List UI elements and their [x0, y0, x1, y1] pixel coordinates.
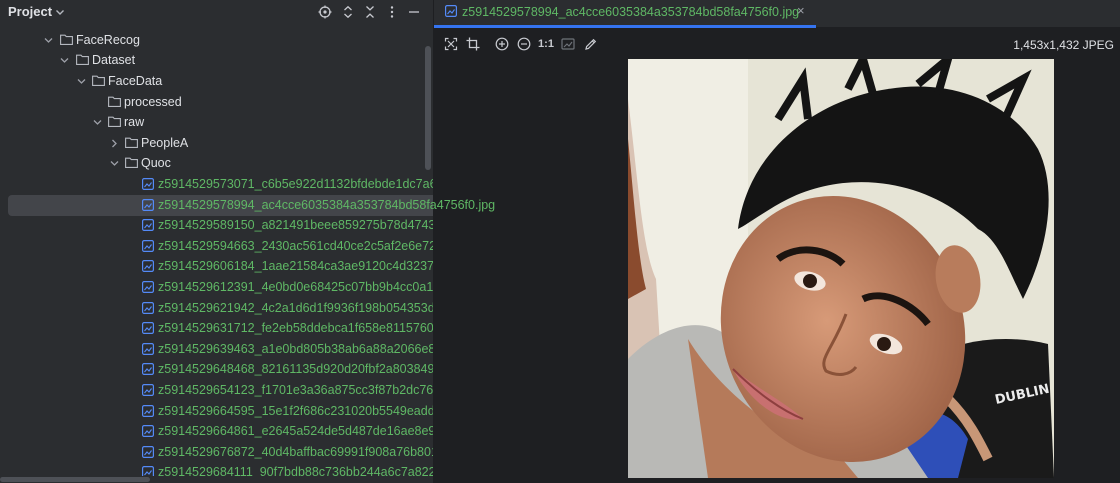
horizontal-scrollbar[interactable] — [0, 476, 433, 483]
image-file-icon — [142, 219, 154, 231]
editor-tab-bar: z5914529578994_ac4cce6035384a353784bd58f… — [434, 0, 1120, 28]
file-label: z5914529606184_1aae21584ca3ae9120c4d3237… — [158, 259, 434, 273]
chevron-down-icon[interactable] — [44, 36, 53, 45]
tab-label[interactable]: z5914529578994_ac4cce6035384a353784bd58f… — [462, 5, 799, 19]
file-label: z5914529676872_40d4baffbac69991f908a76b8… — [158, 445, 434, 459]
tree-folder-label: FaceRecog — [76, 33, 140, 47]
tree-folder-label: Dataset — [92, 53, 136, 67]
crop-icon[interactable] — [465, 36, 481, 52]
zoom-out-icon[interactable] — [516, 36, 532, 52]
folder-icon — [125, 157, 138, 168]
tree-folder-facedata[interactable]: FaceData — [0, 71, 433, 91]
image-file-icon — [142, 384, 154, 396]
selected-file-label[interactable]: z5914529578994_ac4cce6035384a353784bd58f… — [158, 198, 495, 212]
image-file-icon — [142, 405, 154, 417]
file-item[interactable]: z5914529676872_40d4baffbac69991f908a76b8… — [0, 442, 434, 462]
tree-folder-label: Quoc — [141, 156, 171, 170]
fit-to-window-icon[interactable] — [443, 36, 459, 52]
file-item[interactable]: z5914529606184_1aae21584ca3ae9120c4d3237… — [0, 256, 434, 276]
file-item[interactable]: z5914529631712_fe2eb58ddebca1f658e811576… — [0, 318, 434, 338]
image-file-icon — [142, 363, 154, 375]
tree-folder-label: FaceData — [108, 74, 163, 88]
file-label: z5914529594663_2430ac561cd40ce2c5af2e6e7… — [158, 239, 434, 253]
file-label: z5914529648468_82161135d920d20fbf2a80384… — [158, 362, 434, 376]
close-icon[interactable]: × — [797, 3, 805, 18]
file-label: z5914529631712_fe2eb58ddebca1f658e811576… — [158, 321, 434, 335]
photo-of-person: DUBLIN — [628, 59, 1054, 478]
image-preview[interactable]: DUBLIN — [628, 59, 1054, 478]
file-label: z5914529612391_4e0bd0e68425c07bb9b4cc0a1… — [158, 280, 434, 294]
file-label: z5914529589150_a821491beee859275b78d4743… — [158, 218, 434, 232]
tree-folder-raw[interactable]: raw — [0, 112, 433, 132]
tree-folder-label: processed — [124, 95, 182, 109]
chevron-down-icon[interactable] — [77, 77, 86, 86]
image-file-icon — [142, 425, 154, 437]
folder-icon — [60, 34, 73, 45]
color-picker-icon[interactable] — [583, 36, 599, 52]
grid-toggle-icon[interactable] — [560, 36, 576, 52]
folder-icon — [125, 137, 138, 148]
tree-folder-peoplea[interactable]: PeopleA — [0, 133, 433, 153]
file-label: z5914529639463_a1e0bd805b38ab6a88a2066e8… — [158, 342, 434, 356]
chevron-down-icon[interactable] — [110, 159, 119, 168]
file-item[interactable]: z5914529664595_15e1f2f686c231020b5549ead… — [0, 401, 434, 421]
collapse-all-icon[interactable] — [362, 4, 378, 20]
chevron-down-icon[interactable] — [93, 118, 102, 127]
image-file-icon — [142, 343, 154, 355]
image-file-icon — [142, 199, 154, 211]
image-file-icon — [142, 322, 154, 334]
folder-icon — [108, 96, 121, 107]
file-label: z5914529664861_e2645a524de5d487de16ae8e9… — [158, 424, 434, 438]
image-file-icon — [142, 281, 154, 293]
file-item[interactable]: z5914529589150_a821491beee859275b78d4743… — [0, 215, 434, 235]
vertical-scrollbar[interactable] — [425, 46, 431, 170]
folder-icon — [76, 54, 89, 65]
tree-folder-label: PeopleA — [141, 136, 189, 150]
more-options-icon[interactable] — [384, 4, 400, 20]
image-file-icon — [142, 260, 154, 272]
file-item[interactable]: z5914529621942_4c2a1d6d1f9936f198b054353… — [0, 298, 434, 318]
image-file-icon — [445, 5, 457, 17]
expand-all-icon[interactable] — [340, 4, 356, 20]
file-item[interactable]: z5914529639463_a1e0bd805b38ab6a88a2066e8… — [0, 339, 434, 359]
project-title[interactable]: Project — [8, 4, 52, 19]
editor-tab[interactable]: z5914529578994_ac4cce6035384a353784bd58f… — [434, 0, 816, 28]
minimize-icon[interactable] — [406, 4, 422, 20]
image-file-icon — [142, 302, 154, 314]
file-label: z5914529621942_4c2a1d6d1f9936f198b054353… — [158, 301, 434, 315]
horizontal-scrollbar-thumb[interactable] — [0, 477, 150, 482]
file-item[interactable]: z5914529664861_e2645a524de5d487de16ae8e9… — [0, 421, 434, 441]
file-label: z5914529573071_c6b5e922d1132bfdebde1dc7a… — [158, 177, 434, 191]
image-editor: z5914529578994_ac4cce6035384a353784bd58f… — [434, 0, 1120, 483]
image-toolbar: 1:1 1,453x1,432 JPEG — [434, 30, 1120, 58]
tree-folder-label: raw — [124, 115, 145, 129]
image-file-icon — [142, 240, 154, 252]
folder-icon — [108, 116, 121, 127]
chevron-right-icon[interactable] — [110, 139, 119, 148]
file-label: z5914529654123_f1701e3a36a875cc3f87b2dc7… — [158, 383, 434, 397]
target-icon[interactable] — [317, 4, 333, 20]
tree-folder-processed[interactable]: processed — [0, 92, 433, 112]
file-item[interactable]: z5914529648468_82161135d920d20fbf2a80384… — [0, 359, 434, 379]
tree-folder-dataset[interactable]: Dataset — [0, 50, 433, 70]
image-file-icon — [142, 446, 154, 458]
tree-folder-quoc[interactable]: Quoc — [0, 153, 433, 173]
file-item[interactable]: z5914529594663_2430ac561cd40ce2c5af2e6e7… — [0, 236, 434, 256]
active-tab-indicator — [434, 25, 816, 28]
file-item[interactable]: z5914529573071_c6b5e922d1132bfdebde1dc7a… — [0, 174, 434, 194]
chevron-down-icon[interactable] — [55, 7, 65, 17]
zoom-in-icon[interactable] — [494, 36, 510, 52]
file-item[interactable]: z5914529612391_4e0bd0e68425c07bb9b4cc0a1… — [0, 277, 434, 297]
file-label: z5914529664595_15e1f2f686c231020b5549ead… — [158, 404, 434, 418]
file-item[interactable]: z5914529654123_f1701e3a36a875cc3f87b2dc7… — [0, 380, 434, 400]
project-header: Project — [0, 0, 433, 26]
tree-folder-facerecog[interactable]: FaceRecog — [0, 30, 433, 50]
actual-size-button[interactable]: 1:1 — [538, 36, 554, 52]
folder-icon — [92, 75, 105, 86]
project-panel: Project FaceRecog Dataset FaceData proce… — [0, 0, 434, 483]
image-file-icon — [142, 178, 154, 190]
chevron-down-icon[interactable] — [60, 56, 69, 65]
image-info: 1,453x1,432 JPEG — [1013, 38, 1114, 52]
